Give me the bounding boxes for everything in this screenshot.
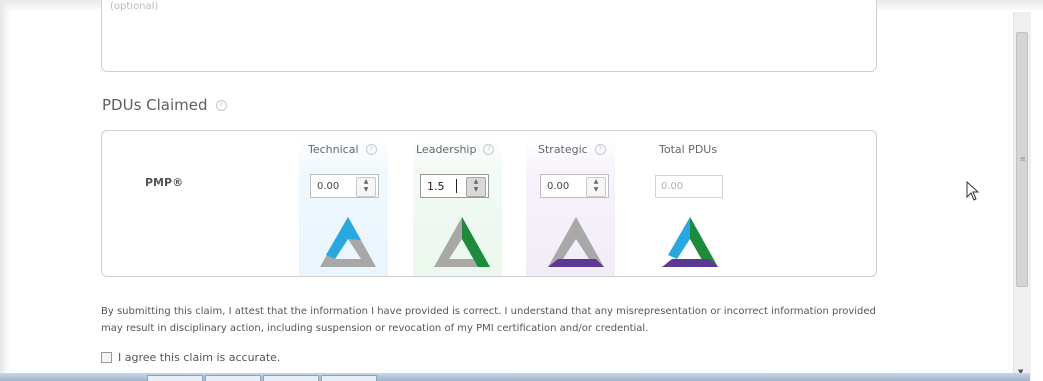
leadership-label: Leadership <box>416 143 477 156</box>
attestation-text: By submitting this claim, I attest that … <box>101 306 876 334</box>
strategic-label: Strategic <box>538 143 588 156</box>
technical-help-icon[interactable]: ? <box>365 144 377 155</box>
spinner-arrows-icon[interactable]: ▲ ▼ <box>356 177 376 197</box>
technical-header: Technical ? <box>308 143 377 156</box>
scrollbar-grip-icon: ≡ <box>1020 155 1026 163</box>
notes-textarea[interactable]: (optional) <box>101 0 877 72</box>
scrollbar-thumb[interactable]: ≡ <box>1016 32 1028 287</box>
total-pdus-field: 0.00 <box>655 175 723 198</box>
strategic-stepper[interactable]: ▲▼ <box>540 174 609 198</box>
total-triangle-icon <box>662 217 718 267</box>
total-label: Total PDUs <box>659 143 718 156</box>
spinner-arrows-icon[interactable]: ▲ ▼ <box>466 177 486 197</box>
taskbar-button[interactable] <box>205 375 261 381</box>
strategic-triangle-icon <box>548 217 604 267</box>
pdu-panel: Technical ? Leadership ? Strategic ? Tot… <box>101 130 877 277</box>
agree-label[interactable]: I agree this claim is accurate. <box>118 351 280 364</box>
leadership-header: Leadership ? <box>416 143 495 156</box>
pmp-row-label: PMP® <box>145 176 184 189</box>
technical-triangle-icon <box>320 217 376 267</box>
text-caret <box>456 179 457 193</box>
strategic-help-icon[interactable]: ? <box>594 144 606 155</box>
agree-row[interactable]: I agree this claim is accurate. <box>101 351 280 364</box>
leadership-stepper[interactable]: ▲▼ <box>420 174 489 198</box>
pdus-section-title-text: PDUs Claimed <box>102 96 208 114</box>
pdus-section-title: PDUs Claimed ? <box>102 96 227 114</box>
taskbar-button[interactable] <box>321 375 377 381</box>
technical-label: Technical <box>308 143 359 156</box>
taskbar-button[interactable] <box>263 375 319 381</box>
agree-checkbox[interactable] <box>101 352 112 363</box>
strategic-header: Strategic ? <box>538 143 606 156</box>
technical-stepper[interactable]: ▲▼ <box>310 174 379 198</box>
total-header: Total PDUs <box>659 143 717 156</box>
vertical-scrollbar[interactable]: ≡ ▼ <box>1013 12 1031 381</box>
taskbar-button[interactable] <box>147 375 203 381</box>
spinner-arrows-icon[interactable]: ▲ ▼ <box>586 177 606 197</box>
mouse-pointer-icon <box>966 181 980 201</box>
leadership-help-icon[interactable]: ? <box>483 144 495 155</box>
help-icon[interactable]: ? <box>215 99 227 111</box>
leadership-triangle-icon <box>434 217 490 267</box>
page-content: (optional) PDUs Claimed ? Technical ? Le… <box>0 0 1010 381</box>
notes-placeholder: (optional) <box>110 1 159 12</box>
